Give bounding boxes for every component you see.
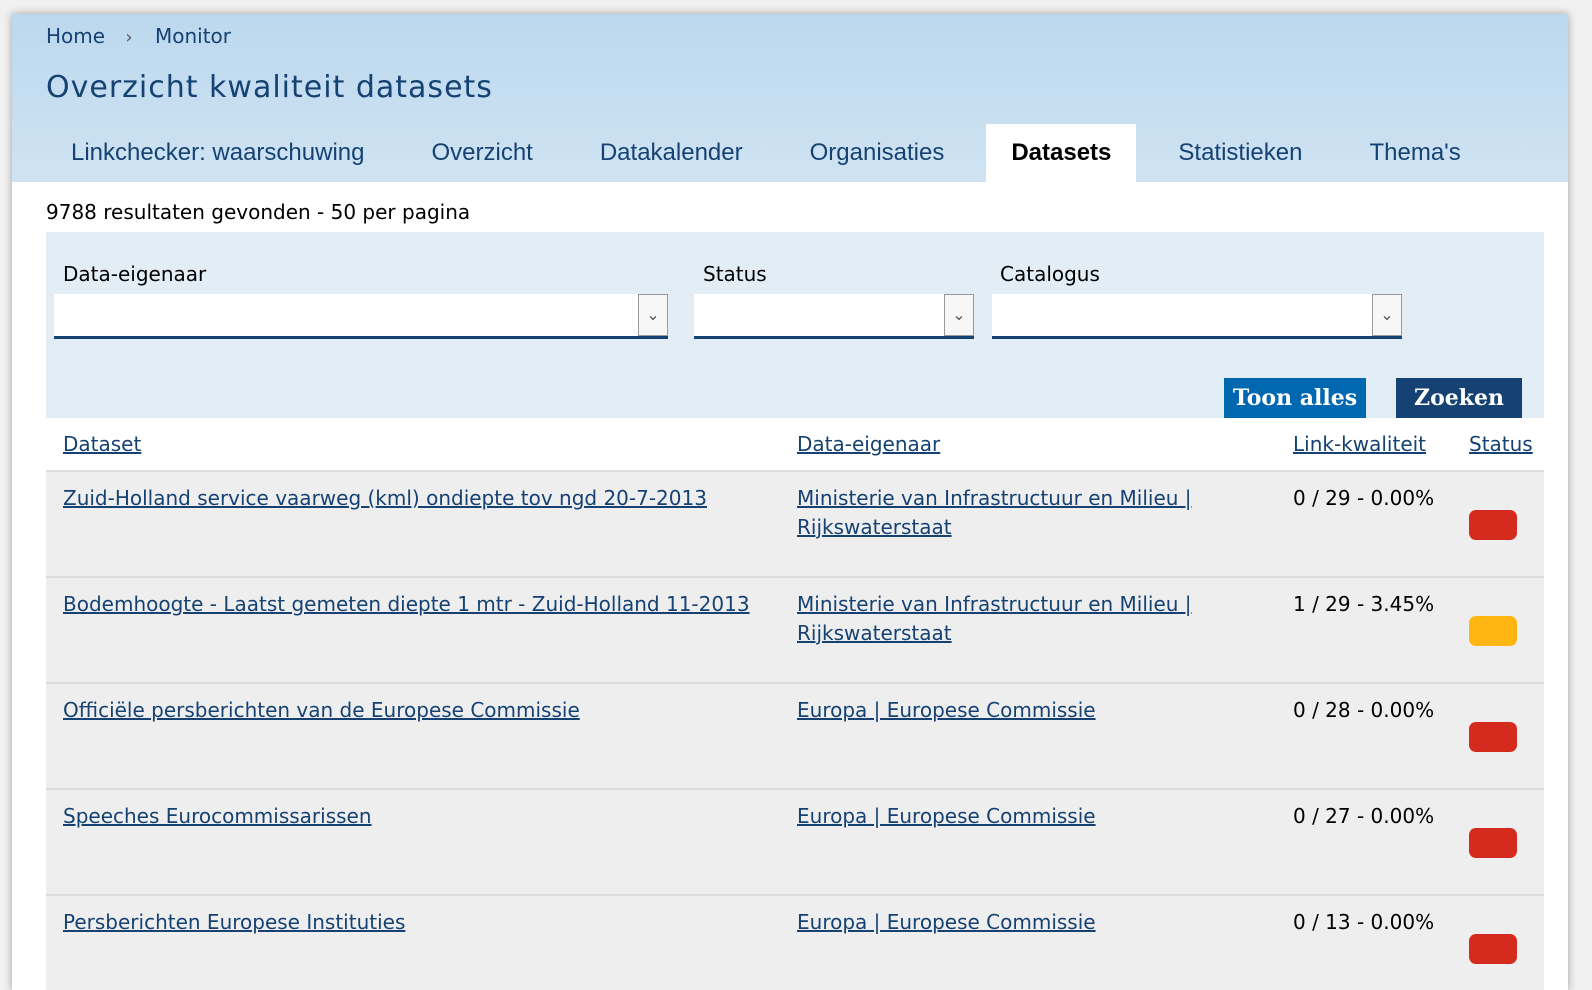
table-header: Dataset Data-eigenaar Link-kwaliteit Sta… xyxy=(46,418,1544,470)
breadcrumb: Home › Monitor xyxy=(46,24,245,48)
tab-organisaties[interactable]: Organisaties xyxy=(785,124,970,182)
column-header-dataset[interactable]: Dataset xyxy=(63,432,141,456)
owner-line: Rijkswaterstaat xyxy=(797,621,952,645)
breadcrumb-home-link[interactable]: Home xyxy=(46,24,105,48)
catalog-filter-label: Catalogus xyxy=(1000,262,1100,286)
table-row: Persberichten Europese Instituties Europ… xyxy=(46,894,1544,990)
column-header-owner[interactable]: Data-eigenaar xyxy=(797,432,940,456)
chevron-right-icon: › xyxy=(125,27,133,48)
owner-line: Ministerie van Infrastructuur en Milieu … xyxy=(797,592,1192,616)
column-header-quality[interactable]: Link-kwaliteit xyxy=(1293,432,1426,456)
search-button[interactable]: Zoeken xyxy=(1396,378,1522,418)
link-quality: 0 / 27 - 0.00% xyxy=(1293,804,1435,828)
owner-link[interactable]: Europa | Europese Commissie xyxy=(797,908,1096,937)
chevron-down-icon[interactable]: ⌄ xyxy=(638,294,668,336)
owner-filter-label: Data-eigenaar xyxy=(63,262,207,286)
status-filter-label: Status xyxy=(703,262,767,286)
column-header-status[interactable]: Status xyxy=(1469,432,1533,456)
tab-bar: Linkchecker: waarschuwing Overzicht Data… xyxy=(46,124,1503,182)
owner-link[interactable]: Europa | Europese Commissie xyxy=(797,696,1096,725)
owner-link[interactable]: Ministerie van Infrastructuur en Milieu … xyxy=(797,484,1192,542)
link-quality: 0 / 13 - 0.00% xyxy=(1293,910,1435,934)
breadcrumb-current[interactable]: Monitor xyxy=(155,24,231,48)
table-row: Zuid-Holland service vaarweg (kml) ondie… xyxy=(46,470,1544,576)
tab-linkchecker[interactable]: Linkchecker: waarschuwing xyxy=(46,124,389,182)
dataset-link[interactable]: Persberichten Europese Instituties xyxy=(63,908,405,937)
tab-datakalender[interactable]: Datakalender xyxy=(575,124,768,182)
dataset-link[interactable]: Bodemhoogte - Laatst gemeten diepte 1 mt… xyxy=(63,590,750,619)
status-select[interactable]: ⌄ xyxy=(694,294,974,339)
status-indicator xyxy=(1469,616,1517,646)
chevron-down-icon[interactable]: ⌄ xyxy=(1372,294,1402,336)
table-row: Officiële persberichten van de Europese … xyxy=(46,682,1544,788)
browser-page: Home › Monitor Overzicht kwaliteit datas… xyxy=(12,14,1568,990)
tab-statistieken[interactable]: Statistieken xyxy=(1153,124,1327,182)
owner-line: Rijkswaterstaat xyxy=(797,515,952,539)
page-title: Overzicht kwaliteit datasets xyxy=(46,70,493,105)
owner-link[interactable]: Ministerie van Infrastructuur en Milieu … xyxy=(797,590,1192,648)
dataset-link[interactable]: Officiële persberichten van de Europese … xyxy=(63,696,580,725)
chevron-down-icon[interactable]: ⌄ xyxy=(944,294,974,336)
status-indicator xyxy=(1469,828,1517,858)
status-indicator xyxy=(1469,722,1517,752)
tab-overzicht[interactable]: Overzicht xyxy=(406,124,557,182)
status-indicator xyxy=(1469,934,1517,964)
owner-select[interactable]: ⌄ xyxy=(54,294,668,339)
dataset-link[interactable]: Zuid-Holland service vaarweg (kml) ondie… xyxy=(63,484,707,513)
owner-line: Ministerie van Infrastructuur en Milieu … xyxy=(797,486,1192,510)
results-count: 9788 resultaten gevonden - 50 per pagina xyxy=(46,200,471,224)
link-quality: 0 / 28 - 0.00% xyxy=(1293,698,1435,722)
tab-themas[interactable]: Thema's xyxy=(1344,124,1485,182)
link-quality: 1 / 29 - 3.45% xyxy=(1293,592,1435,616)
owner-link[interactable]: Europa | Europese Commissie xyxy=(797,802,1096,831)
filter-panel: Data-eigenaar ⌄ Status ⌄ Catalogus ⌄ Too… xyxy=(46,232,1544,418)
dataset-link[interactable]: Speeches Eurocommissarissen xyxy=(63,802,372,831)
show-all-button[interactable]: Toon alles xyxy=(1224,378,1366,418)
catalog-select[interactable]: ⌄ xyxy=(992,294,1402,339)
table-row: Speeches Eurocommissarissen Europa | Eur… xyxy=(46,788,1544,894)
page-header: Home › Monitor Overzicht kwaliteit datas… xyxy=(12,14,1568,182)
status-indicator xyxy=(1469,510,1517,540)
tab-datasets[interactable]: Datasets xyxy=(986,124,1137,182)
link-quality: 0 / 29 - 0.00% xyxy=(1293,486,1435,510)
table-row: Bodemhoogte - Laatst gemeten diepte 1 mt… xyxy=(46,576,1544,682)
